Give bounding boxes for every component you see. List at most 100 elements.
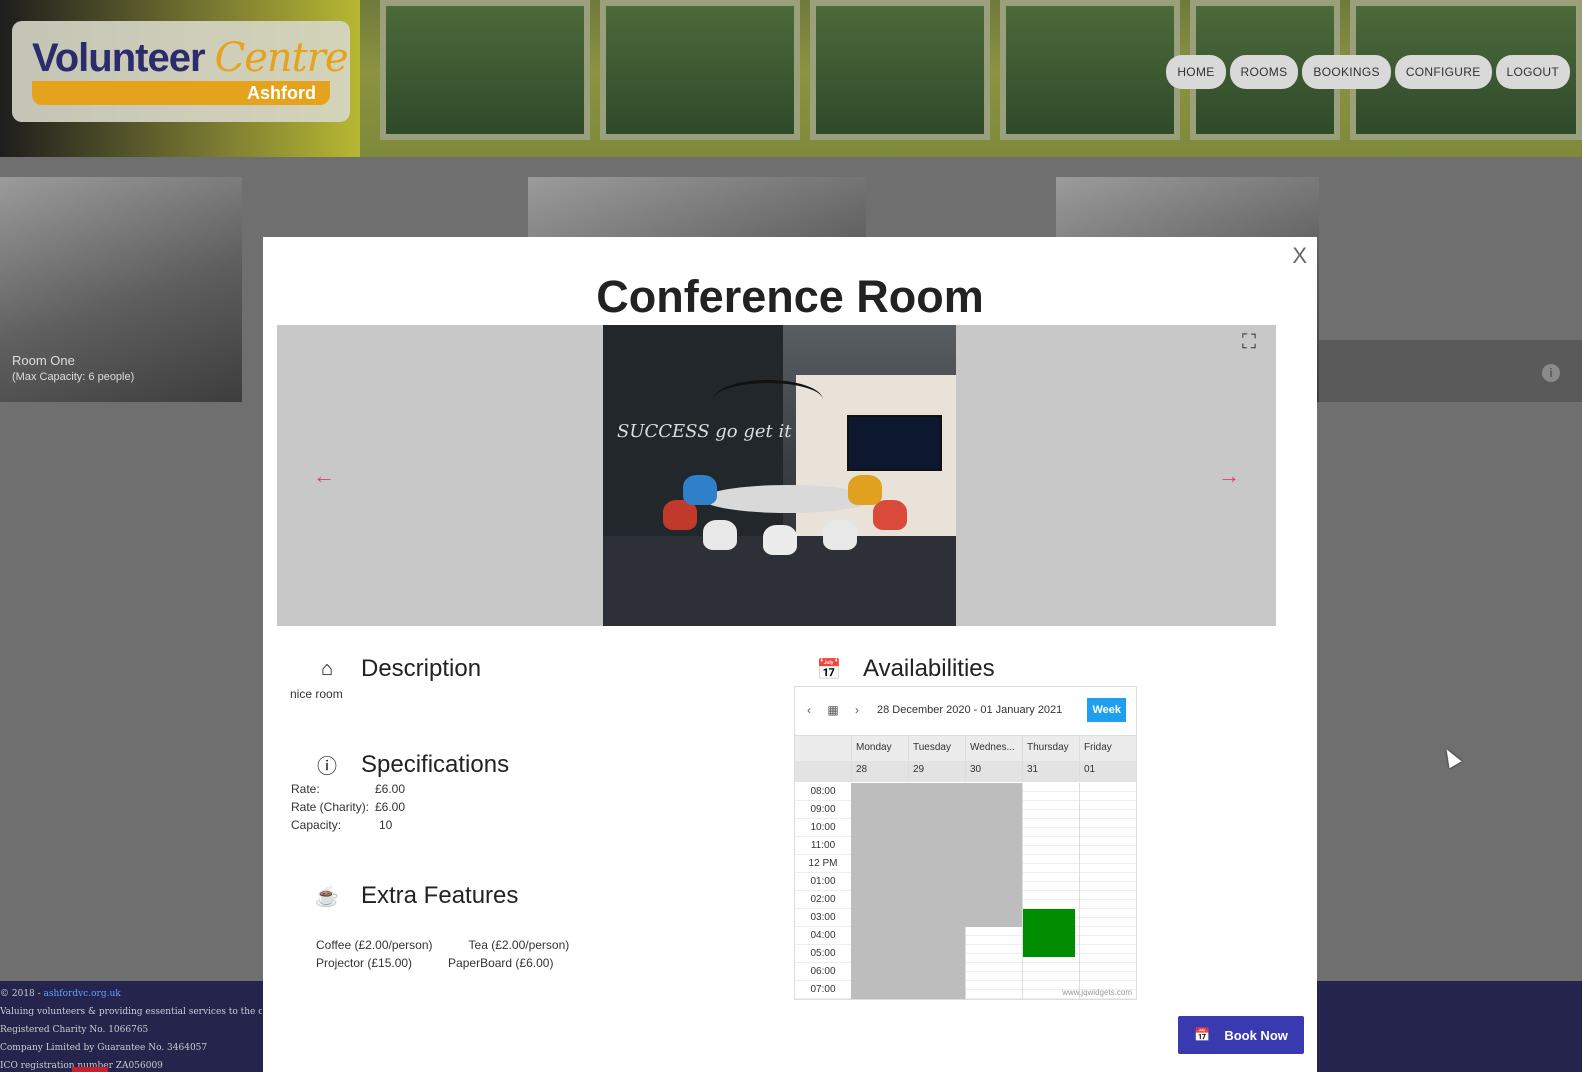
room-card[interactable]: Room One (Max Capacity: 6 people)	[0, 177, 242, 402]
mouse-cursor	[1440, 745, 1462, 769]
info-icon[interactable]: i	[1542, 364, 1560, 382]
logo-text: Volunteer Centre	[32, 35, 349, 81]
logo-bar: Ashford	[32, 81, 330, 105]
date-header: 28	[851, 761, 908, 782]
nav-configure[interactable]: CONFIGURE	[1394, 55, 1492, 89]
date-header: 31	[1022, 761, 1079, 782]
calendar-check-icon: 📅	[1194, 1027, 1211, 1042]
footer-copyright: © 2018 - ashfordvc.org.uk	[0, 985, 262, 1003]
info-icon: ⓘ	[317, 756, 337, 778]
specifications-heading: ⓘ Specifications	[307, 750, 509, 779]
chevron-right-icon[interactable]: ›	[845, 703, 869, 717]
chevron-left-icon[interactable]: ‹	[797, 703, 821, 717]
extra-item: PaperBoard (£6.00)	[448, 956, 554, 970]
calendar-day-headers: Monday Tuesday Wednes... Thursday Friday	[795, 735, 1136, 761]
spec-label: Rate:	[291, 782, 320, 796]
calendar-date-range: 28 December 2020 - 01 January 2021	[877, 704, 1063, 716]
grid-line	[1022, 783, 1023, 999]
time-label: 10:00	[795, 819, 851, 837]
date-header: 30	[965, 761, 1022, 782]
extras-heading: ☕ Extra Features	[307, 882, 519, 910]
extra-item: Projector (£15.00)	[316, 956, 413, 970]
spec-row: Capacity: 10	[291, 816, 405, 834]
calendar-time-column: 08:00 09:00 10:00 11:00 12 PM 01:00 02:0…	[795, 783, 851, 999]
arrow-left-icon[interactable]: ←	[313, 463, 335, 489]
calendar-icon: 📅	[816, 658, 842, 681]
banner-window	[380, 0, 590, 140]
room-modal: X Conference Room SUCCESS go get it ← → …	[263, 237, 1317, 1072]
description-heading: ⌂ Description	[307, 655, 481, 683]
logo-subtitle: Ashford	[247, 83, 316, 103]
booked-slot[interactable]	[1023, 909, 1075, 957]
footer-link[interactable]: ashfordvc.org.uk	[44, 989, 121, 999]
specifications-table: Rate: £6.00 Rate (Charity): £6.00 Capaci…	[291, 780, 405, 834]
footer-line: Company Limited by Guarantee No. 3464057	[0, 1043, 208, 1053]
time-label: 06:00	[795, 963, 851, 981]
book-now-label: Book Now	[1224, 1027, 1288, 1043]
time-label: 12 PM	[795, 855, 851, 873]
photo-tv	[847, 415, 942, 471]
footer-line: ICO registration number ZA056009	[0, 1061, 163, 1071]
logo-main-text: Volunteer	[32, 36, 206, 80]
week-view-button[interactable]: Week	[1087, 698, 1126, 722]
spec-label: Capacity:	[291, 818, 342, 832]
time-label: 02:00	[795, 891, 851, 909]
time-label: 05:00	[795, 945, 851, 963]
time-label: 09:00	[795, 801, 851, 819]
calendar-picker-icon[interactable]: ▦	[821, 703, 845, 717]
photo-chandelier	[713, 380, 823, 420]
extra-item: Tea (£2.00/person)	[468, 938, 570, 952]
spec-label: Rate (Charity):	[291, 800, 370, 814]
coffee-icon: ☕	[314, 885, 340, 908]
day-header: Wednes...	[965, 736, 1022, 761]
day-header: Friday	[1079, 736, 1136, 761]
photo-chair	[683, 475, 717, 505]
room-photo: SUCCESS go get it	[603, 325, 956, 626]
day-header: Tuesday	[908, 736, 965, 761]
nav-logout[interactable]: LOGOUT	[1495, 55, 1570, 89]
footer-line: Valuing volunteers & providing essential…	[0, 1007, 262, 1017]
calendar-grid[interactable]	[851, 783, 1136, 999]
nav-bookings[interactable]: BOOKINGS	[1302, 55, 1391, 89]
spec-value: £6.00	[375, 782, 406, 796]
logo-accent-text: Centre	[214, 35, 349, 81]
book-now-button[interactable]: 📅 Book Now	[1178, 1016, 1304, 1054]
footer-line: Registered Charity No. 1066765	[0, 1025, 149, 1035]
room-card-capacity: (Max Capacity: 6 people)	[12, 371, 135, 383]
room-photo	[0, 177, 242, 402]
banner-window	[1000, 0, 1180, 140]
description-title: Description	[361, 655, 482, 682]
date-header: 01	[1079, 761, 1136, 782]
nav-home[interactable]: HOME	[1166, 55, 1226, 89]
site-logo[interactable]: Volunteer Centre Ashford	[12, 21, 350, 122]
blocked-slot	[965, 783, 1022, 927]
spec-row: Rate (Charity): £6.00	[291, 798, 405, 816]
extra-item: Coffee (£2.00/person)	[316, 938, 433, 952]
calendar-toolbar: ‹ ▦ › 28 December 2020 - 01 January 2021	[795, 687, 1136, 733]
spec-value: 10	[379, 818, 393, 832]
availabilities-title: Availabilities	[863, 655, 995, 682]
nav-rooms[interactable]: ROOMS	[1229, 55, 1299, 89]
extras-list: Coffee (£2.00/person) Tea (£2.00/person)…	[316, 938, 636, 970]
calendar-gutter	[795, 736, 851, 761]
fullscreen-icon[interactable]: ⛶	[1242, 331, 1256, 354]
header-banner: Volunteer Centre Ashford HOME ROOMS BOOK…	[0, 0, 1582, 157]
grid-line	[1079, 783, 1080, 999]
main-nav: HOME ROOMS BOOKINGS CONFIGURE LOGOUT	[1166, 55, 1570, 89]
photo-chair	[703, 520, 737, 550]
close-button[interactable]: X	[1292, 243, 1307, 269]
day-header: Monday	[851, 736, 908, 761]
day-header: Thursday	[1022, 736, 1079, 761]
room-title: Conference Room	[596, 271, 984, 322]
extras-title: Extra Features	[361, 882, 519, 909]
specifications-title: Specifications	[361, 750, 510, 778]
photo-chair	[873, 500, 907, 530]
time-label: 01:00	[795, 873, 851, 891]
availability-calendar: ‹ ▦ › 28 December 2020 - 01 January 2021…	[794, 686, 1137, 1000]
blocked-slot	[851, 783, 965, 999]
room-card-name: Room One	[12, 353, 75, 368]
calendar-date-headers: 28 29 30 31 01	[795, 761, 1136, 782]
photo-chalk-text: SUCCESS go get it	[617, 421, 792, 442]
arrow-right-icon[interactable]: →	[1218, 463, 1240, 489]
photo-chair	[848, 475, 882, 505]
